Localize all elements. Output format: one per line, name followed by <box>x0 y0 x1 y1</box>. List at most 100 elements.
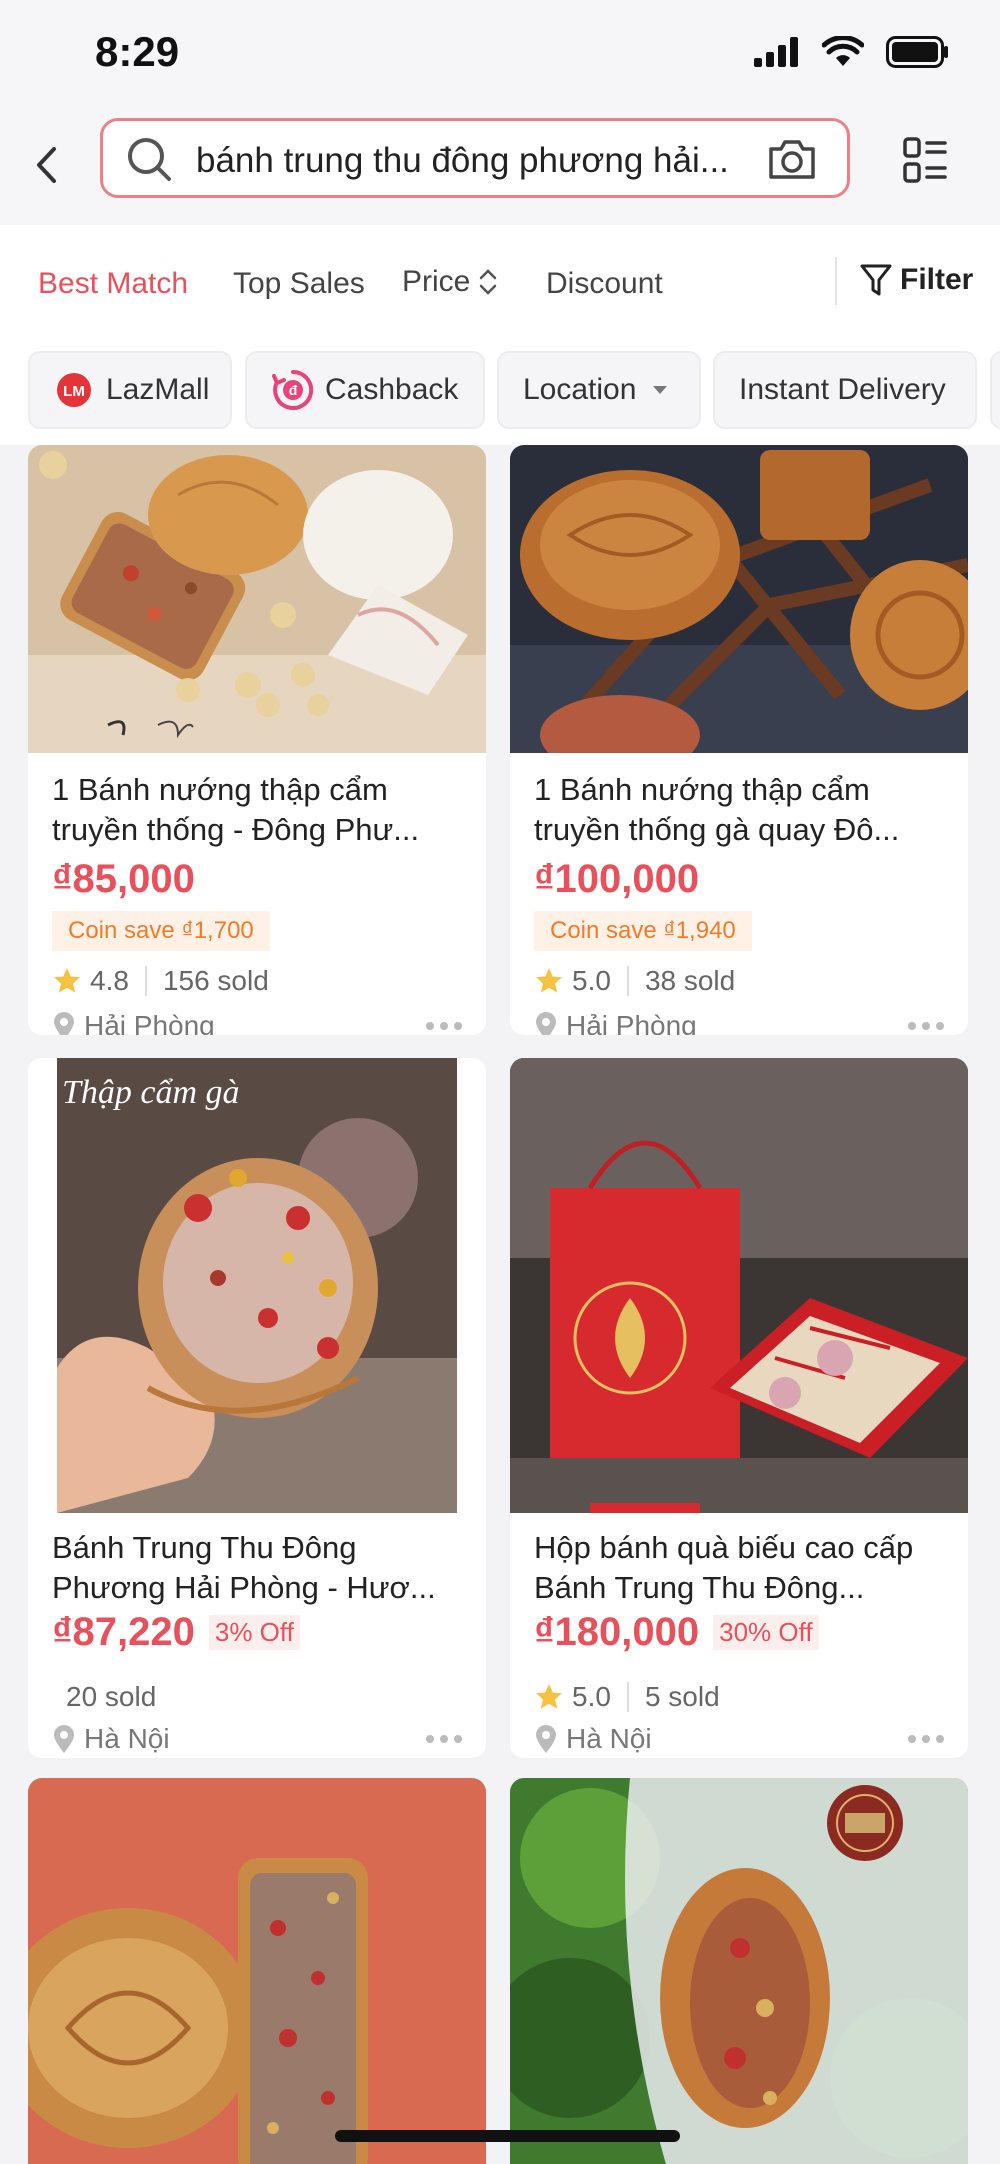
more-options-icon[interactable] <box>908 1022 944 1030</box>
filter-chips: LM LazMall đ Cashback Location Instant D… <box>0 335 1000 445</box>
sold-count: 20 sold <box>66 1681 157 1712</box>
star-icon <box>536 968 562 993</box>
product-image[interactable] <box>28 1058 486 1513</box>
product-title: 1 Bánh nướng thập cẩm truyền thống gà qu… <box>534 772 900 847</box>
location-label: Hải Phòng <box>84 1010 215 1035</box>
status-bar: 8:29 <box>0 0 1000 110</box>
product-price: ₫85,000 <box>52 857 195 901</box>
rating-divider <box>626 1682 629 1712</box>
chip-more[interactable] <box>990 351 1000 429</box>
sort-best-match[interactable]: Best Match <box>38 267 188 301</box>
rating-row: 5.0 5 sold <box>534 1681 720 1713</box>
status-time: 8:29 <box>95 28 180 75</box>
star-icon <box>54 968 80 993</box>
rating-value: 4.8 <box>90 965 129 996</box>
filter-button[interactable]: Filter <box>860 263 973 297</box>
product-title: 1 Bánh nướng thập cẩm truyền thống - Đôn… <box>52 772 420 847</box>
star-icon <box>536 1684 562 1709</box>
product-price: ₫180,000 <box>534 1610 700 1654</box>
status-icons <box>754 36 950 68</box>
sort-discount[interactable]: Discount <box>546 267 663 301</box>
discount-badge: 30% Off <box>713 1615 819 1650</box>
more-options-icon[interactable] <box>426 1735 462 1743</box>
location-row: Hà Nội <box>534 1723 652 1755</box>
price-row: ₫85,000 <box>52 857 195 902</box>
sort-top-sales[interactable]: Top Sales <box>233 267 365 301</box>
sold-count: 38 sold <box>644 965 736 996</box>
search-icon <box>128 138 171 181</box>
camera-icon[interactable] <box>767 135 817 183</box>
rating-row: 20 sold <box>66 1681 156 1713</box>
product-card[interactable]: 1 Bánh nướng thập cẩm truyền thống gà qu… <box>510 445 968 1035</box>
product-card[interactable]: 1 Bánh nướng thập cẩm truyền thống - Đôn… <box>28 445 486 1035</box>
product-image[interactable] <box>510 1058 968 1513</box>
location-row: Hải Phòng <box>534 1010 697 1035</box>
more-options-icon[interactable] <box>908 1735 944 1743</box>
product-price: ₫100,000 <box>534 857 700 901</box>
coin-save-badge: Coin save ₫1,940 <box>534 911 752 951</box>
location-row: Hải Phòng <box>52 1010 215 1035</box>
location-row: Hà Nội <box>52 1723 170 1755</box>
list-view-icon[interactable] <box>903 137 947 183</box>
sort-divider <box>835 257 837 305</box>
product-image[interactable] <box>28 445 486 753</box>
location-pin-icon <box>536 1012 556 1035</box>
filter-label: Filter <box>900 263 974 296</box>
sort-price[interactable]: Price <box>402 265 498 299</box>
wifi-icon <box>822 36 864 66</box>
rating-row: 4.8 156 sold <box>52 965 269 997</box>
product-image[interactable] <box>510 1778 968 2164</box>
sort-arrows-icon <box>480 269 497 295</box>
chip-instant-delivery[interactable]: Instant Delivery <box>713 351 977 429</box>
chip-location-label: Location <box>523 373 637 406</box>
chip-cashback-label: Cashback <box>325 373 459 406</box>
cashback-icon: đ <box>272 369 314 410</box>
svg-text:LM: LM <box>63 383 85 400</box>
funnel-icon <box>860 264 892 296</box>
product-card[interactable]: Thập cẩm gà Bánh Trung Thu Đông Phương H… <box>28 1058 486 1758</box>
chevron-left-icon <box>37 147 56 183</box>
sold-count: 156 sold <box>162 965 269 996</box>
sold-count: 5 sold <box>644 1681 720 1712</box>
rating-value: 5.0 <box>572 1681 611 1712</box>
more-options-icon[interactable] <box>426 1022 462 1030</box>
chip-lazmall-label: LazMall <box>106 373 210 406</box>
home-indicator[interactable] <box>335 2130 680 2142</box>
rating-value: 5.0 <box>572 965 611 996</box>
product-card[interactable] <box>510 1778 968 2164</box>
coin-save-badge: Coin save ₫1,700 <box>52 911 270 951</box>
battery-icon <box>886 36 948 68</box>
chip-cashback[interactable]: đ Cashback <box>245 351 485 429</box>
price-row: ₫100,000 <box>534 857 699 902</box>
sort-bar: Best Match Top Sales Price Discount Filt… <box>0 225 1000 335</box>
chip-location[interactable]: Location <box>497 351 701 429</box>
location-label: Hà Nội <box>566 1723 652 1754</box>
back-button[interactable] <box>28 140 64 190</box>
caret-down-icon <box>653 386 668 394</box>
product-image[interactable] <box>510 445 968 753</box>
product-title: Bánh Trung Thu Đông Phương Hải Phòng - H… <box>52 1530 436 1605</box>
location-pin-icon <box>54 1012 74 1035</box>
location-label: Hải Phòng <box>566 1010 697 1035</box>
product-card[interactable]: Hộp bánh quà biếu cao cấp Bánh Trung Thu… <box>510 1058 968 1758</box>
lazmall-icon: LM <box>57 373 91 407</box>
rating-divider <box>144 966 147 996</box>
chip-lazmall[interactable]: LM LazMall <box>28 351 232 429</box>
svg-text:đ: đ <box>289 382 298 398</box>
search-header: bánh trung thu đông phương hải... <box>0 110 1000 225</box>
product-grid: 1 Bánh nướng thập cẩm truyền thống - Đôn… <box>0 445 1000 2164</box>
search-query: bánh trung thu đông phương hải... <box>196 141 729 180</box>
image-caption: Thập cẩm gà <box>62 1074 240 1111</box>
sort-price-label: Price <box>402 265 471 298</box>
rating-divider <box>626 966 629 996</box>
product-image[interactable] <box>28 1778 486 2164</box>
location-pin-icon <box>536 1725 556 1753</box>
signal-icon <box>754 37 798 67</box>
product-card[interactable] <box>28 1778 486 2164</box>
location-label: Hà Nội <box>84 1723 170 1754</box>
discount-badge: 3% Off <box>208 1615 300 1650</box>
product-price: ₫87,220 <box>52 1610 195 1654</box>
location-pin-icon <box>54 1725 74 1753</box>
rating-row: 5.0 38 sold <box>534 965 735 997</box>
search-input[interactable]: bánh trung thu đông phương hải... <box>100 118 850 198</box>
